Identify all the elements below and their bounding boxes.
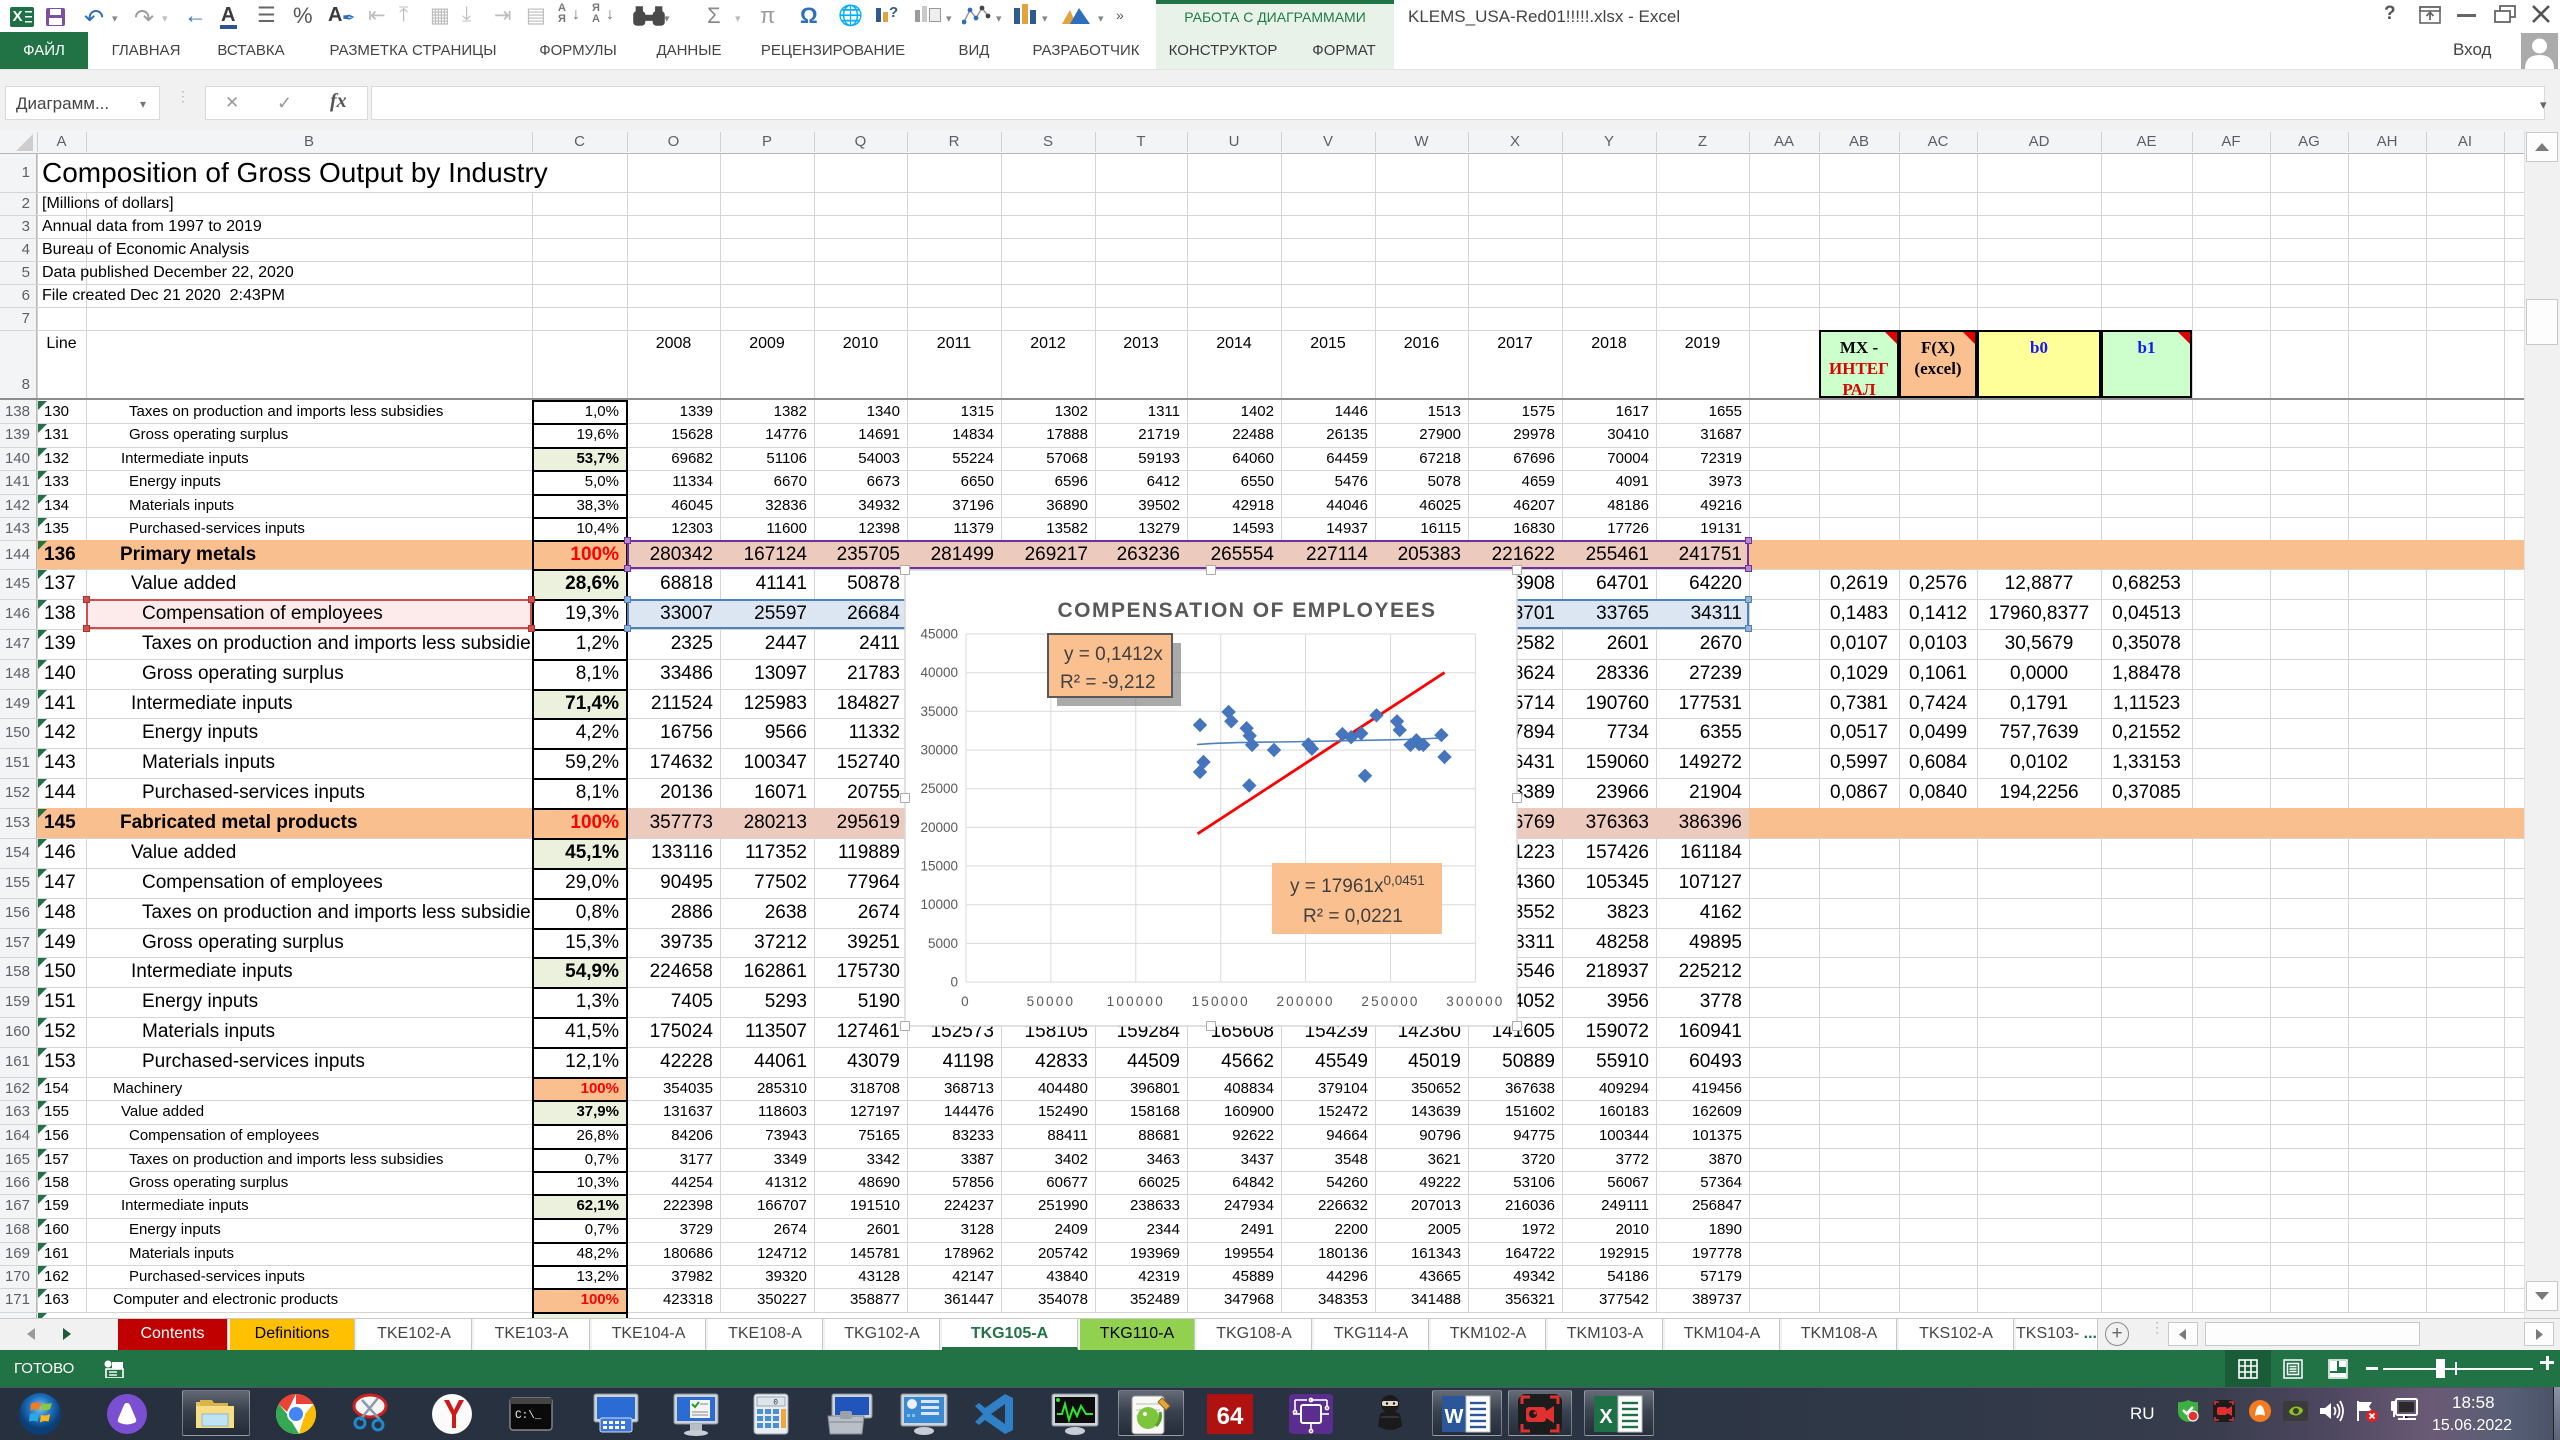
svg-text:30000: 30000 <box>920 743 958 758</box>
svg-text:0: 0 <box>950 975 958 990</box>
svg-text:250000: 250000 <box>1361 994 1419 1009</box>
svg-text:R² = 0,0221: R² = 0,0221 <box>1303 906 1403 927</box>
svg-text:0: 0 <box>773 1399 778 1408</box>
svg-text:300000: 300000 <box>1446 994 1504 1009</box>
svg-text:5000: 5000 <box>928 936 958 951</box>
svg-text:25000: 25000 <box>920 781 958 796</box>
svg-text:35000: 35000 <box>920 704 958 719</box>
svg-text:150000: 150000 <box>1192 994 1250 1009</box>
svg-text:50000: 50000 <box>1027 994 1076 1009</box>
svg-text:R² = -9,212: R² = -9,212 <box>1060 672 1156 693</box>
svg-text:y = 0,1412x: y = 0,1412x <box>1064 644 1163 665</box>
svg-text:20000: 20000 <box>920 820 958 835</box>
svg-text:0: 0 <box>961 994 971 1009</box>
svg-text:COMPENSATION OF EMPLOYEES: COMPENSATION OF EMPLOYEES <box>1058 599 1437 622</box>
svg-text:10000: 10000 <box>920 897 958 912</box>
svg-text:X: X <box>1599 1406 1613 1428</box>
svg-text:W: W <box>1445 1406 1464 1428</box>
svg-text:200000: 200000 <box>1276 994 1334 1009</box>
svg-text:45000: 45000 <box>920 627 958 642</box>
svg-text:40000: 40000 <box>920 665 958 680</box>
svg-text:15000: 15000 <box>920 859 958 874</box>
svg-text:C:\_: C:\_ <box>515 1410 542 1422</box>
svg-text:100000: 100000 <box>1107 994 1165 1009</box>
svg-text:64: 64 <box>1217 1403 1244 1430</box>
